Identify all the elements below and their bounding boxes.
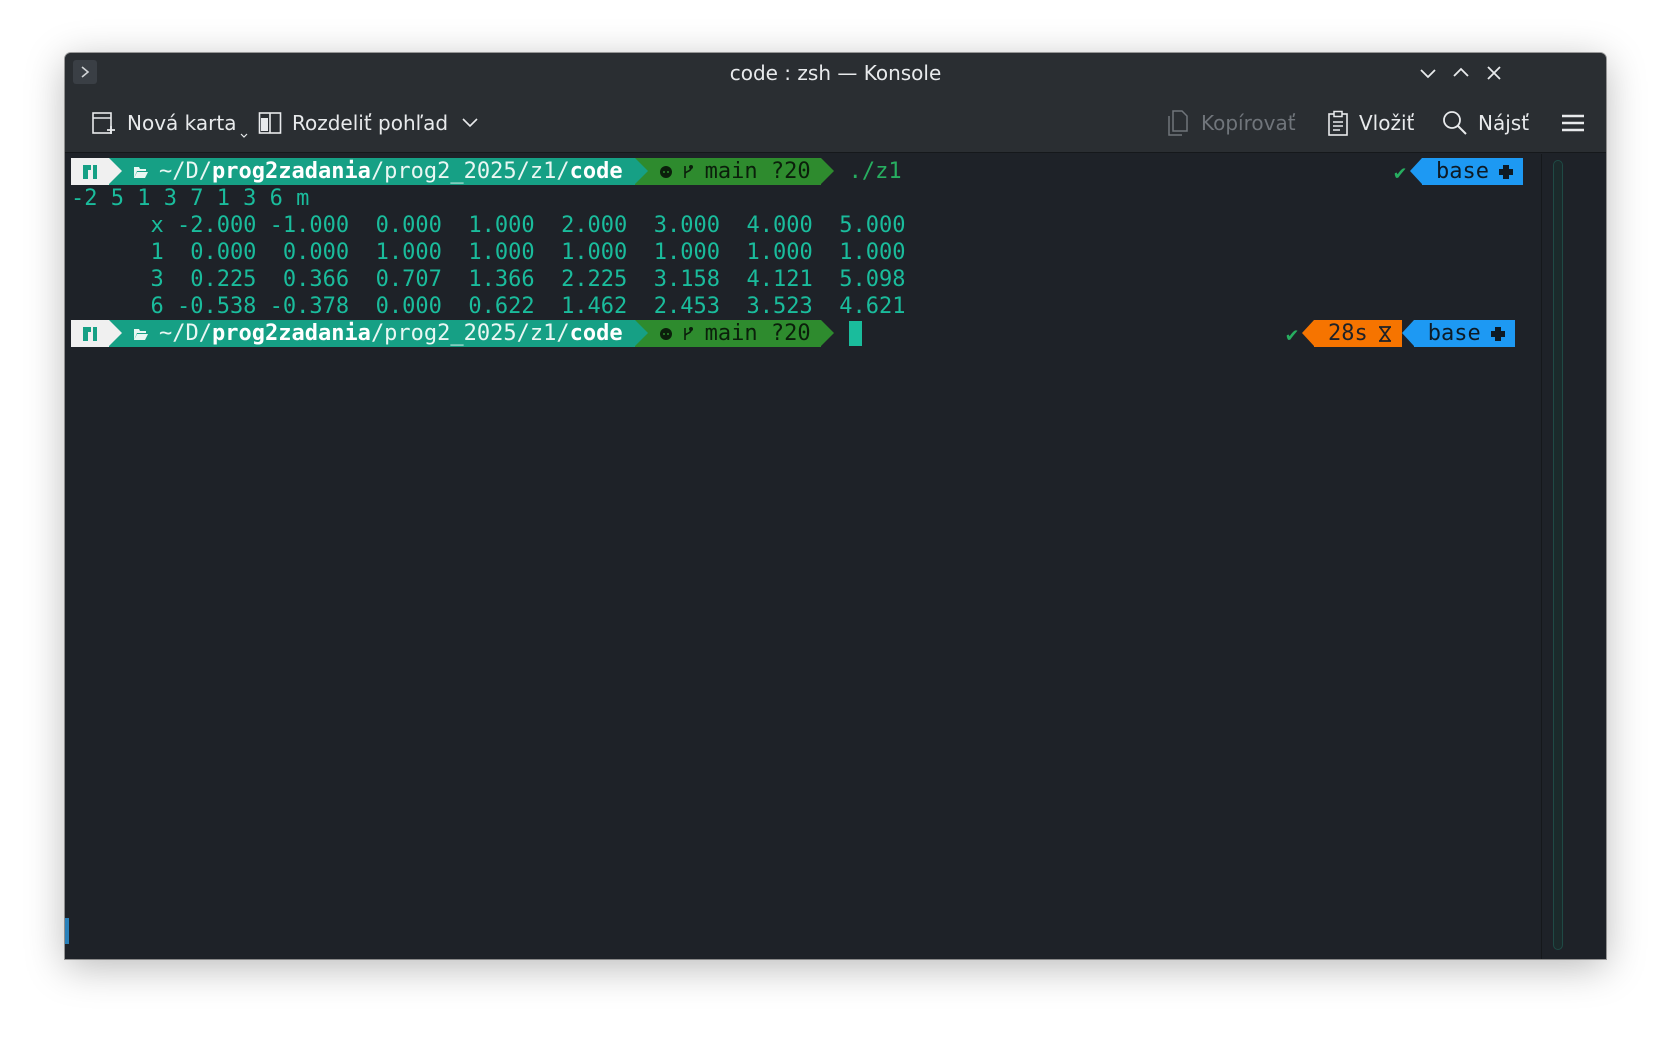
path-current-dir: code [569,159,623,184]
chevron-down-icon [1420,69,1436,79]
duration-segment: 28s [1302,320,1402,347]
copy-icon [1168,110,1188,136]
right-prompt-1: ✔ base [1394,158,1524,185]
search-icon [1443,111,1467,135]
split-view-icon [258,112,282,134]
python-icon [1490,326,1505,341]
command-text: ./z1 [848,159,902,184]
dropdown-indicator-icon [241,133,248,138]
new-tab-label: Nová karta [127,111,237,135]
konsole-window: code : zsh — Konsole Nová karta Rozdeliť… [65,53,1606,959]
paste-label: Vložiť [1359,111,1415,135]
path-middle: /prog2_2025/z1/ [370,321,570,346]
output-line: x -2.000 -1.000 0.000 1.000 2.000 3.000 … [71,213,906,238]
terminal-view[interactable]: ~/D/prog2zadania/prog2_2025/z1/code main… [65,154,1573,959]
path-current-dir: code [569,321,623,346]
manjaro-logo-icon [83,164,97,179]
git-branch-icon [683,326,693,340]
output-line: 3 0.225 0.366 0.707 1.366 2.225 3.158 4.… [71,267,906,292]
toolbar: Nová karta Rozdeliť pohľad Kopírovať Vlo… [65,93,1606,153]
path-segment: ~/D/prog2zadania/prog2_2025/z1/code [109,158,648,185]
github-icon [659,165,672,178]
title-bar: code : zsh — Konsole [65,53,1606,93]
path-segment: ~/D/prog2zadania/prog2_2025/z1/code [109,320,648,347]
scrollbar-handle[interactable] [1553,160,1563,950]
window-title: code : zsh — Konsole [729,61,942,85]
new-tab-button[interactable]: Nová karta [91,101,248,145]
env-name: base [1436,159,1490,184]
manjaro-logo-icon [83,326,97,341]
hamburger-menu-button[interactable] [1561,101,1585,145]
duration-value: 28s [1328,321,1368,346]
split-view-button[interactable]: Rozdeliť pohľad [258,101,478,145]
close-icon [1487,66,1501,80]
output-line: -2 5 1 3 7 1 3 6 m [71,186,310,211]
scrollbar[interactable] [1541,154,1573,959]
find-button[interactable]: Nájsť [1442,101,1529,145]
git-segment: main ?20 [634,158,834,185]
path-prefix: ~/D/ [159,159,212,184]
git-status: main ?20 [704,321,811,346]
copy-label: Kopírovať [1201,111,1296,135]
python-icon [1499,164,1514,179]
success-check-icon: ✔ [1286,321,1299,346]
os-segment [71,320,122,347]
folder-open-icon [134,328,148,340]
prompt-line-2: ~/D/prog2zadania/prog2_2025/z1/code main… [71,320,862,347]
paste-icon [1328,110,1348,136]
path-prefix: ~/D/ [159,321,212,346]
maximize-button[interactable] [1449,61,1473,85]
hourglass-icon [1378,325,1391,342]
env-segment: base [1410,158,1524,185]
line-marker [65,918,69,944]
git-status: main ?20 [704,159,811,184]
split-view-label: Rozdeliť pohľad [292,111,449,135]
paste-button[interactable]: Vložiť [1327,101,1414,145]
hamburger-menu-icon [1562,114,1584,132]
env-name: base [1427,321,1481,346]
git-branch-icon [683,164,693,178]
path-bold-dir: prog2zadania [211,159,371,184]
os-segment [71,158,122,185]
output-line: 1 0.000 0.000 1.000 1.000 1.000 1.000 1.… [71,240,906,265]
output-line: 6 -0.538 -0.378 0.000 0.622 1.462 2.453 … [71,294,906,319]
chevron-down-icon [462,118,478,128]
minimize-button[interactable] [1416,61,1440,85]
github-icon [659,327,672,340]
folder-open-icon [134,166,148,178]
right-prompt-2: ✔ 28s base [1286,320,1515,347]
new-tab-icon [92,112,115,134]
success-check-icon: ✔ [1394,159,1407,184]
env-segment: base [1401,320,1515,347]
path-middle: /prog2_2025/z1/ [370,159,570,184]
find-label: Nájsť [1478,111,1530,135]
close-button[interactable] [1482,61,1506,85]
copy-button[interactable]: Kopírovať [1167,101,1296,145]
chevron-up-icon [1453,67,1469,77]
prompt-line-1: ~/D/prog2zadania/prog2_2025/z1/code main… [71,158,902,185]
git-segment: main ?20 [634,320,834,347]
path-bold-dir: prog2zadania [211,321,371,346]
text-cursor [848,321,862,346]
